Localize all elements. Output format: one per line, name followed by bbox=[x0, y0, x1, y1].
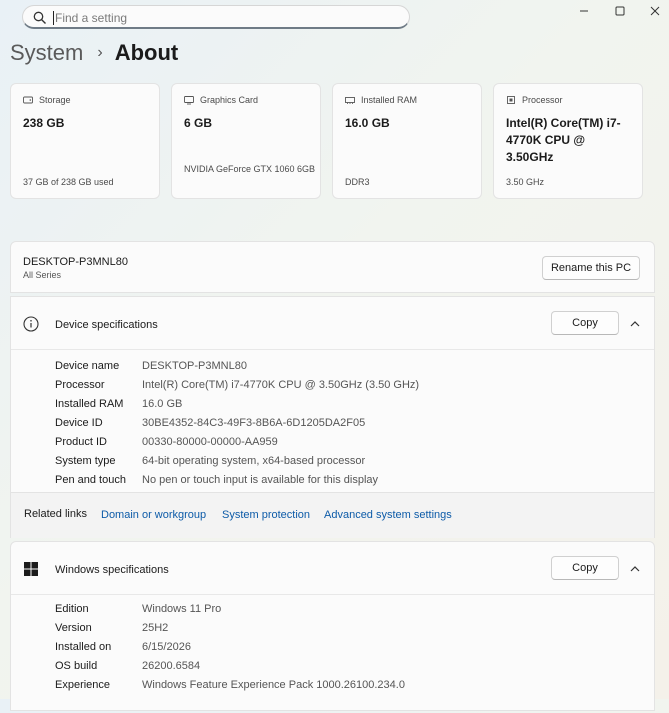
spec-row: Product ID 00330-80000-00000-AA959 bbox=[55, 436, 278, 448]
card-sub: DDR3 bbox=[345, 177, 370, 187]
spec-key: Device name bbox=[55, 360, 120, 372]
spec-value: DESKTOP-P3MNL80 bbox=[142, 360, 247, 372]
spec-row: OS build 26200.6584 bbox=[55, 660, 200, 672]
spec-row: Device name DESKTOP-P3MNL80 bbox=[55, 360, 247, 372]
link-advanced-system-settings[interactable]: Advanced system settings bbox=[324, 509, 452, 521]
card-value: 238 GB bbox=[23, 116, 65, 130]
spec-value: 30BE4352-84C3-49F3-8B6A-6D1205DA2F05 bbox=[142, 417, 366, 429]
graphics-card-icon bbox=[184, 96, 194, 105]
spec-row: Device ID 30BE4352-84C3-49F3-8B6A-6D1205D… bbox=[55, 417, 365, 429]
spec-key: OS build bbox=[55, 660, 98, 672]
pc-name: DESKTOP-P3MNL80 bbox=[23, 256, 128, 268]
breadcrumb-separator: › bbox=[97, 44, 103, 61]
minimize-icon[interactable] bbox=[577, 4, 591, 18]
card-value: Intel(R) Core(TM) i7-4770K CPU @ 3.50GHz bbox=[506, 116, 621, 164]
spec-row: Edition Windows 11 Pro bbox=[55, 603, 221, 615]
spec-row: System type 64-bit operating system, x64-… bbox=[55, 455, 365, 467]
spec-key: Experience bbox=[55, 679, 111, 691]
pc-name-panel: DESKTOP-P3MNL80 All Series Rename this P… bbox=[10, 241, 655, 293]
spec-row: Pen and touch No pen or touch input is av… bbox=[55, 474, 378, 486]
chevron-up-icon[interactable] bbox=[630, 565, 640, 573]
spec-key: Installed RAM bbox=[55, 398, 124, 410]
card-value: 16.0 GB bbox=[345, 116, 390, 130]
breadcrumb-system[interactable]: System bbox=[10, 40, 83, 66]
windows-specs-list: Edition Windows 11 Pro Version 25H2 Instal… bbox=[11, 594, 654, 713]
card-value: 6 GB bbox=[184, 116, 213, 130]
spec-row: Version 25H2 bbox=[55, 622, 168, 634]
pc-series: All Series bbox=[23, 270, 62, 280]
spec-value: 00330-80000-00000-AA959 bbox=[142, 436, 278, 448]
processor-icon bbox=[507, 96, 515, 104]
windows-specs-panel: Windows specifications Copy Edition Windo… bbox=[10, 541, 655, 711]
processor-card[interactable]: Processor Intel(R) Core(TM) i7-4770K CPU… bbox=[493, 83, 643, 199]
spec-key: System type bbox=[55, 455, 116, 467]
spec-row: Installed RAM 16.0 GB bbox=[55, 398, 182, 410]
windows-specs-header[interactable]: Windows specifications Copy bbox=[11, 542, 654, 596]
card-sub: NVIDIA GeForce GTX 1060 6GB bbox=[184, 164, 316, 174]
storage-icon bbox=[23, 96, 33, 104]
rename-pc-button[interactable]: Rename this PC bbox=[542, 256, 640, 280]
chevron-up-icon[interactable] bbox=[630, 320, 640, 328]
copy-device-specs-button[interactable]: Copy bbox=[551, 311, 619, 335]
spec-value: No pen or touch input is available for t… bbox=[142, 474, 379, 486]
spec-key: Product ID bbox=[55, 436, 107, 448]
spec-key: Pen and touch bbox=[55, 474, 126, 486]
close-icon[interactable] bbox=[648, 4, 662, 18]
windows-specs-title: Windows specifications bbox=[55, 564, 169, 576]
maximize-icon[interactable] bbox=[613, 4, 627, 18]
related-links-bar: Related links Domain or workgroup System… bbox=[10, 493, 655, 538]
search-box[interactable]: Find a setting bbox=[22, 5, 410, 29]
spec-key: Version bbox=[55, 622, 92, 634]
spec-key: Processor bbox=[55, 379, 105, 391]
spec-key: Device ID bbox=[55, 417, 103, 429]
spec-key: Installed on bbox=[55, 641, 112, 653]
card-sub: 3.50 GHz bbox=[506, 177, 545, 187]
info-icon bbox=[23, 316, 39, 332]
ram-icon bbox=[345, 97, 355, 104]
ram-card[interactable]: Installed RAM 16.0 GB DDR3 bbox=[332, 83, 482, 199]
breadcrumb: System › About bbox=[10, 40, 178, 66]
spec-row: Installed on 6/15/2026 bbox=[55, 641, 191, 653]
copy-windows-specs-button[interactable]: Copy bbox=[551, 556, 619, 580]
device-specs-title: Device specifications bbox=[55, 319, 158, 331]
card-label: Graphics Card bbox=[200, 95, 259, 105]
page-title: About bbox=[114, 40, 179, 65]
search-input[interactable]: Find a setting bbox=[55, 11, 127, 25]
link-domain-or-workgroup[interactable]: Domain or workgroup bbox=[101, 509, 206, 521]
card-label: Installed RAM bbox=[361, 95, 418, 105]
spec-value: 25H2 bbox=[142, 622, 169, 634]
spec-value: Windows Feature Experience Pack 1000.261… bbox=[142, 679, 405, 691]
spec-key: Edition bbox=[55, 603, 89, 615]
device-specs-header[interactable]: Device specifications Copy bbox=[11, 297, 654, 351]
graphics-card-card[interactable]: Graphics Card 6 GB NVIDIA GeForce GTX 10… bbox=[171, 83, 321, 199]
text-caret bbox=[53, 11, 54, 25]
storage-card[interactable]: Storage 238 GB 37 GB of 238 GB used bbox=[10, 83, 160, 199]
device-specs-panel: Device specifications Copy Device name DE… bbox=[10, 296, 655, 493]
windows-logo-icon bbox=[24, 562, 38, 576]
card-label: Processor bbox=[522, 95, 563, 105]
spec-row: Processor Intel(R) Core(TM) i7-4770K CPU … bbox=[55, 379, 419, 391]
card-label: Storage bbox=[39, 95, 71, 105]
link-system-protection[interactable]: System protection bbox=[222, 509, 310, 521]
device-specs-list: Device name DESKTOP-P3MNL80 Processor Inte… bbox=[11, 349, 654, 494]
spec-value: 64-bit operating system, x64-based proce… bbox=[142, 455, 366, 467]
spec-value: Intel(R) Core(TM) i7-4770K CPU @ 3.50GHz… bbox=[142, 379, 420, 391]
related-links-label: Related links bbox=[24, 508, 87, 520]
spec-value: 26200.6584 bbox=[142, 660, 201, 672]
search-icon bbox=[33, 11, 46, 24]
spec-value: Windows 11 Pro bbox=[142, 603, 222, 615]
spec-row: Experience Windows Feature Experience Pac… bbox=[55, 679, 405, 691]
spec-value: 16.0 GB bbox=[142, 398, 183, 410]
card-sub: 37 GB of 238 GB used bbox=[23, 177, 114, 187]
spec-value: 6/15/2026 bbox=[142, 641, 191, 653]
